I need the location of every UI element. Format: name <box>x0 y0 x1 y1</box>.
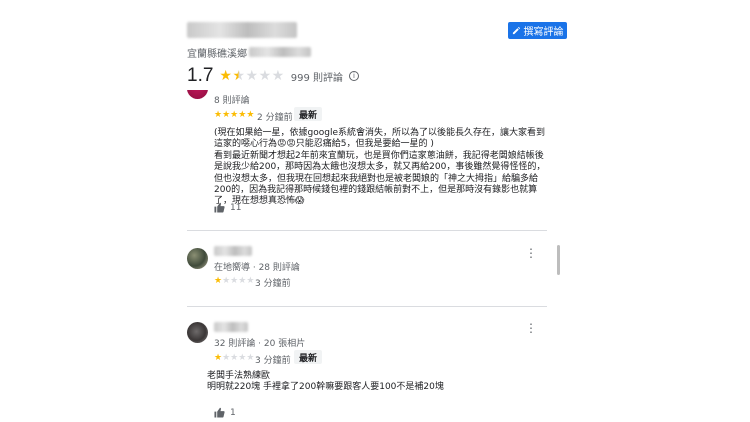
star-empty-icon: ★ <box>246 276 255 286</box>
new-badge: 最新 <box>294 107 323 121</box>
avatar[interactable] <box>187 248 208 269</box>
review-stars: ★ ★ ★ ★ ★ <box>214 354 254 363</box>
reviewer-name-redacted[interactable] <box>214 246 252 256</box>
star-empty-icon: ★ <box>258 68 272 84</box>
like-button[interactable]: 1 <box>214 407 236 418</box>
review-item: 32 則評論 · 20 張相片 ⋮ ★ ★ ★ ★ ★ 3 分鐘前 最新 老闆手… <box>187 314 547 422</box>
review-text-paragraph: 老闆手法熟練歐 <box>207 371 271 381</box>
more-vertical-icon[interactable]: ⋮ <box>525 247 537 259</box>
star-empty-icon: ★ <box>271 68 285 84</box>
place-address-row: 宜蘭縣礁溪鄉 <box>187 45 311 60</box>
like-count: 11 <box>230 202 242 213</box>
rating-stars: ★ ★ ★ ★ ★ <box>219 69 284 83</box>
edit-pencil-icon <box>512 26 520 35</box>
reviewer-meta[interactable]: 32 則評論 · 20 張相片 <box>214 336 305 349</box>
review-text: (現在如果給一星，依據google系統會消失，所以為了以後能長久存在，讓大家看到… <box>214 128 546 208</box>
star-icon: ★ <box>238 110 247 120</box>
star-empty-icon: ★ <box>246 353 255 363</box>
like-button[interactable]: 11 <box>214 202 241 213</box>
divider <box>187 230 547 231</box>
new-badge: 最新 <box>294 350 323 364</box>
place-address-redacted <box>249 47 311 57</box>
review-time: 3 分鐘前 <box>255 356 291 366</box>
star-icon: ★ <box>230 110 239 120</box>
review-text: 老闆手法熟練歐 明明就220塊 手裡拿了200幹嘛要跟客人要100不是補20塊 <box>207 371 539 394</box>
rating-summary: 1.7 ★ ★ ★ ★ ★ 999 則評論 i <box>187 65 359 87</box>
scrollbar[interactable] <box>557 245 560 275</box>
star-empty-icon: ★ <box>245 68 259 84</box>
review-item: 在地嚮導 · 28 則評論 ⋮ ★ ★ ★ ★ ★ 3 分鐘前 <box>187 240 547 300</box>
info-icon[interactable]: i <box>349 71 359 81</box>
star-empty-icon: ★ <box>230 353 239 363</box>
star-icon: ★ <box>214 276 223 286</box>
reviewer-name-redacted[interactable] <box>214 322 248 332</box>
thumb-up-icon <box>214 202 225 213</box>
avatar[interactable] <box>187 90 208 99</box>
place-name-redacted <box>187 22 297 38</box>
review-item: 8 則評論 ★ ★ ★ ★ ★ 2 分鐘前 最新 (現在如果給一星，依據goog… <box>187 90 547 230</box>
review-time: 3 分鐘前 <box>255 279 291 289</box>
place-address: 宜蘭縣礁溪鄉 <box>187 48 247 60</box>
star-empty-icon: ★ <box>238 353 247 363</box>
star-half-icon: ★ <box>232 68 246 84</box>
more-vertical-icon[interactable]: ⋮ <box>525 322 537 334</box>
star-empty-icon: ★ <box>222 353 231 363</box>
star-icon: ★ <box>219 68 232 84</box>
write-review-button[interactable]: 撰寫評論 <box>508 22 567 39</box>
thumb-up-icon <box>214 407 225 418</box>
review-text-paragraph: 看到最近新聞才想起2年前來宜蘭玩，也是買你們這家蔥油餅，我記得老闆娘結帳後是說我… <box>214 150 546 207</box>
reviewer-meta[interactable]: 8 則評論 <box>214 93 250 106</box>
star-icon: ★ <box>246 110 255 120</box>
avatar[interactable] <box>187 322 208 343</box>
review-stars: ★ ★ ★ ★ ★ <box>214 111 254 120</box>
reviews-list[interactable]: 8 則評論 ★ ★ ★ ★ ★ 2 分鐘前 最新 (現在如果給一星，依據goog… <box>187 90 547 422</box>
star-empty-icon: ★ <box>238 276 247 286</box>
reviewer-meta[interactable]: 在地嚮導 · 28 則評論 <box>214 260 300 273</box>
review-count[interactable]: 999 則評論 <box>291 69 343 84</box>
divider <box>187 306 547 307</box>
star-empty-icon: ★ <box>230 276 239 286</box>
rating-value: 1.7 <box>187 65 214 86</box>
review-stars: ★ ★ ★ ★ ★ <box>214 277 254 286</box>
review-time: 2 分鐘前 <box>257 113 293 123</box>
star-icon: ★ <box>222 110 231 120</box>
write-review-label: 撰寫評論 <box>523 27 564 38</box>
star-icon: ★ <box>214 110 223 120</box>
review-text-paragraph: 明明就220塊 手裡拿了200幹嘛要跟客人要100不是補20塊 <box>207 382 444 393</box>
star-empty-icon: ★ <box>222 276 231 286</box>
review-text-paragraph: (現在如果給一星，依據google系統會消失，所以為了以後能長久存在，讓大家看到… <box>214 128 545 150</box>
star-icon: ★ <box>214 353 223 363</box>
like-count: 1 <box>230 407 236 418</box>
